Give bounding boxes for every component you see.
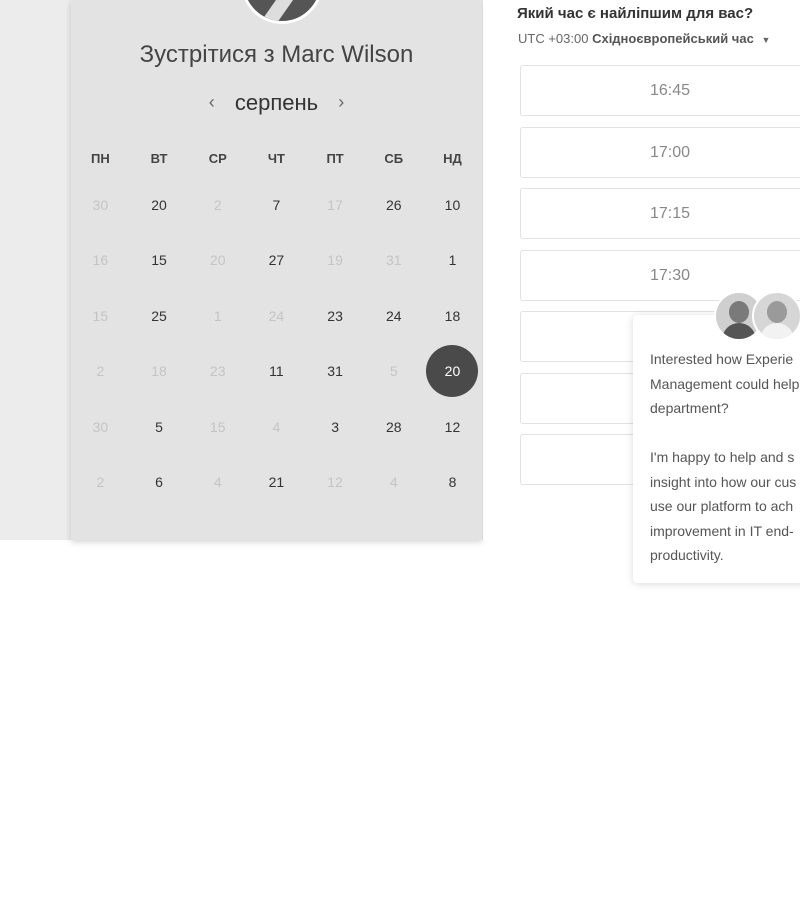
calendar-day[interactable]: 24 [364,308,423,324]
calendar-day[interactable]: 1 [423,252,482,268]
calendar-day: 31 [385,252,402,269]
time-slot-button[interactable]: 17:15 [520,188,800,239]
calendar-day[interactable]: 23 [306,308,365,324]
calendar-day[interactable]: 25 [130,308,189,324]
calendar-day: 30 [92,418,109,435]
calendar-day: 2 [213,196,222,213]
calendar-day: 23 [209,363,226,380]
time-question: Який час є найліпшим для вас? [517,5,754,22]
calendar-day: 24 [268,307,285,324]
time-slot-button[interactable]: 17:30 [520,249,800,301]
calendar-day: 18 [151,363,167,380]
month-navigation: ‹ серпень › [71,90,482,116]
calendar-week-row: 2 6 4 21 12 4 8 [71,455,482,511]
timezone-offset: UTC +03:00 [518,31,589,46]
time-slot-button[interactable]: 16:45 [520,65,800,116]
calendar-day: 1 [213,307,222,324]
calendar-day: 20 [209,252,226,269]
calendar-day: 19 [327,252,343,269]
calendar-day[interactable]: 11 [247,363,306,379]
weekday-label: СР [208,150,227,166]
weekday-label: СБ [384,150,404,166]
calendar-day: 5 [389,363,398,380]
calendar-day[interactable]: 26 [364,197,423,213]
calendar-day[interactable]: 27 [247,252,306,268]
calendar-day[interactable]: 7 [247,197,306,213]
calendar-day[interactable]: 21 [247,474,306,490]
timezone-selector[interactable]: UTC +03:00 Східноєвропейський час ▼ [518,31,770,46]
weekday-label: ПТ [326,150,344,166]
calendar-week-row: 30 5 15 4 3 28 12 [71,399,482,455]
calendar-day[interactable]: 8 [423,474,482,490]
calendar-day: 16 [92,252,109,269]
calendar-week-row: 16 15 20 27 19 31 1 [71,233,482,289]
caret-down-icon: ▼ [761,35,771,45]
weekday-label: ВТ [150,150,168,166]
chevron-right-icon[interactable]: › [338,92,344,113]
calendar-day[interactable]: 18 [423,308,482,324]
calendar-day[interactable]: 15 [130,252,189,268]
calendar-day[interactable]: 28 [364,419,423,435]
chevron-left-icon[interactable]: ‹ [209,92,215,113]
calendar-panel: Зустрітися з Marc Wilson ‹ серпень › ПН В… [71,0,482,540]
calendar-day[interactable]: 6 [130,474,189,490]
chat-popup[interactable]: Interested how Experie Management could … [633,291,800,583]
calendar-day[interactable]: 31 [306,363,365,379]
weekday-label: ПН [90,150,110,166]
calendar-week-row: 30 20 2 7 17 26 10 [71,177,482,233]
calendar-day: 4 [272,418,281,435]
calendar-day: 12 [327,474,343,491]
weekday-label: ЧТ [267,150,285,166]
chat-message: Interested how Experie Management could … [650,351,800,563]
calendar-week-row: 15 25 1 24 23 24 18 [71,288,482,344]
calendar-day: 30 [92,196,109,213]
month-label: серпень [234,90,319,115]
timezone-name: Східноєвропейський час [592,31,754,46]
weekday-header-row: ПН ВТ СР ЧТ ПТ СБ НД [71,139,482,177]
agent-avatar-icon [752,291,800,341]
calendar-day: 4 [213,474,222,491]
calendar-day[interactable]: 12 [423,419,482,435]
calendar-day[interactable]: 20 [130,197,189,213]
calendar-day-selected[interactable]: 20 [423,345,482,398]
host-avatar [241,0,323,24]
calendar-day[interactable]: 5 [130,419,189,435]
calendar-day: 2 [96,363,105,380]
weekday-label: НД [443,150,462,166]
calendar-day: 4 [389,474,398,491]
calendar-day: 15 [92,307,109,324]
calendar-day: 15 [209,418,226,435]
calendar-grid: ПН ВТ СР ЧТ ПТ СБ НД 30 20 2 7 17 26 10 16 15 20 27 19 31 1 1… [71,139,482,510]
calendar-day: 2 [96,474,105,491]
calendar-day[interactable]: 3 [306,419,365,435]
calendar-day[interactable]: 10 [423,197,482,213]
calendar-day: 17 [327,196,343,213]
meeting-title: Зустрітися з Marc Wilson [139,41,414,68]
calendar-week-row: 2 18 23 11 31 5 20 [71,344,482,400]
time-slot-button[interactable]: 17:00 [520,126,800,178]
